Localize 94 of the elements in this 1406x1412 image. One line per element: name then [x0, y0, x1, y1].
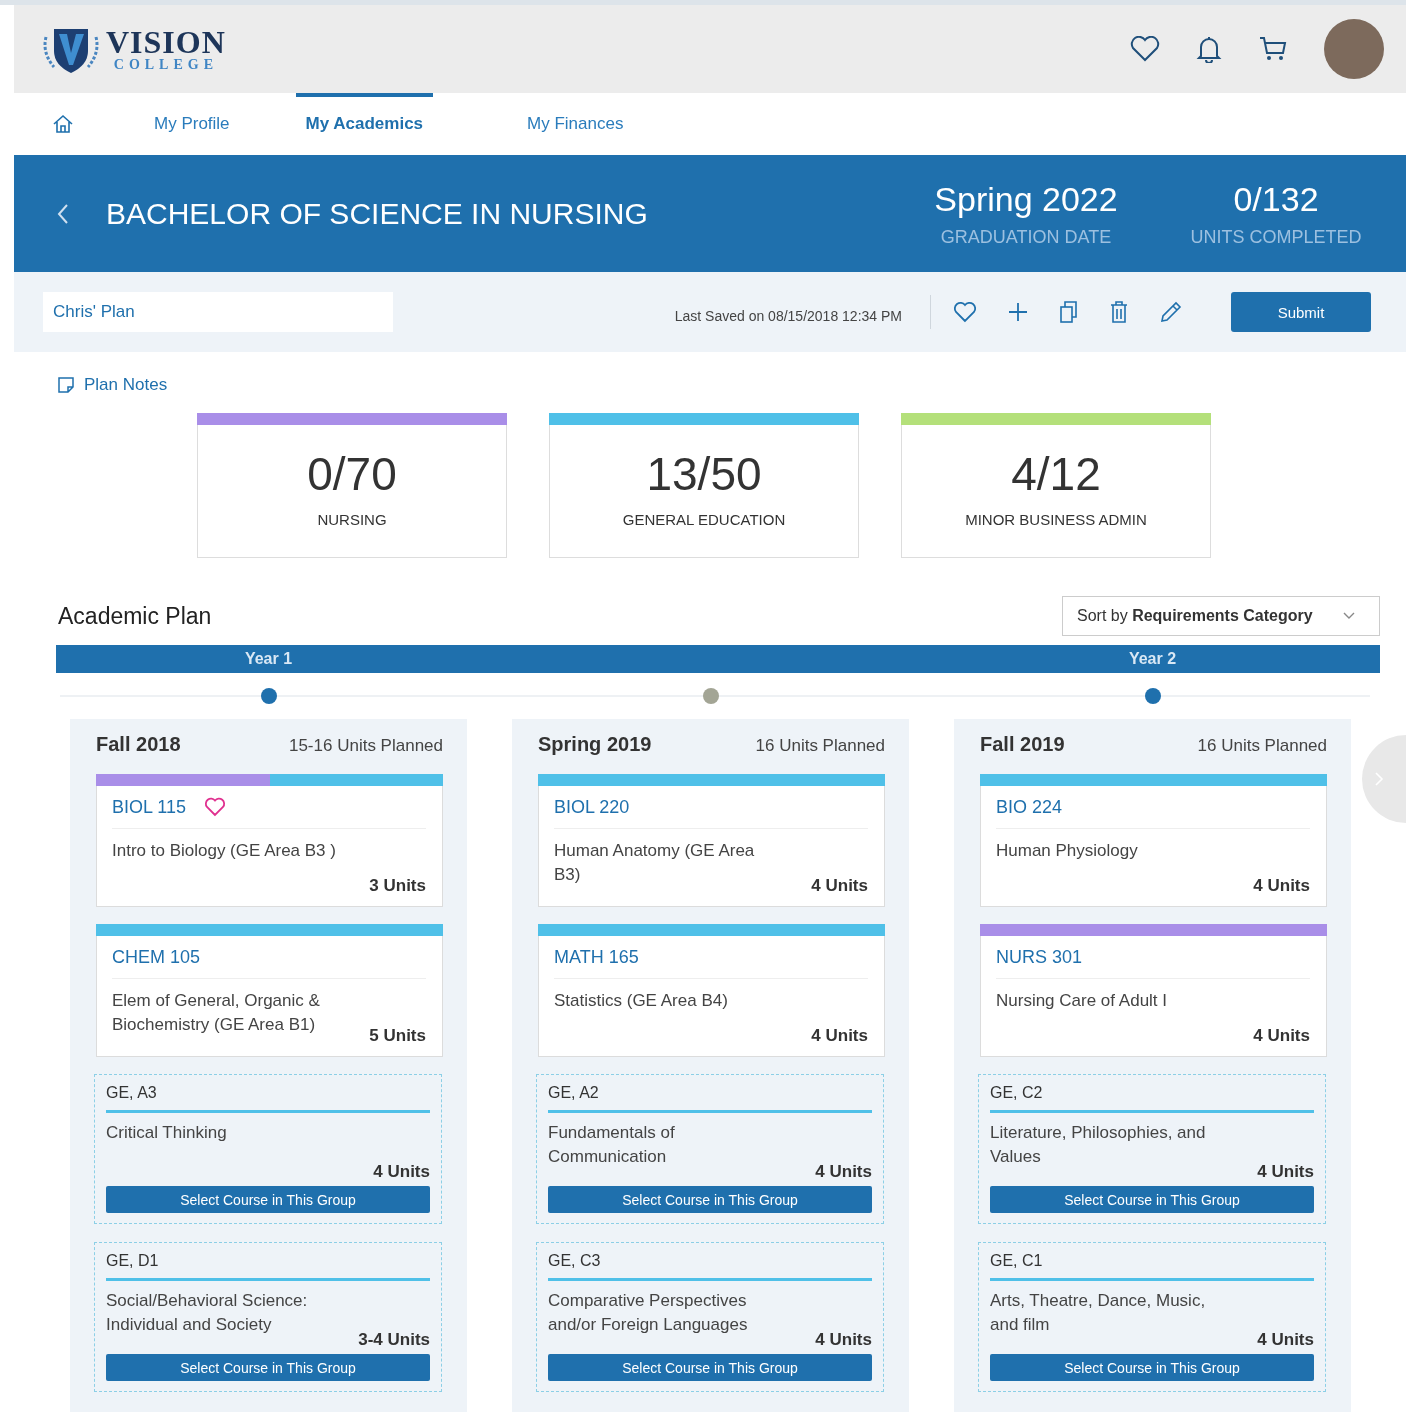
banner-stat-label: GRADUATION DATE — [940, 226, 1112, 248]
timeline-dot[interactable] — [702, 688, 719, 704]
home-icon[interactable] — [52, 114, 74, 134]
group-units: 4 Units — [1257, 1330, 1314, 1350]
course-card[interactable]: CHEM 105 Elem of General, Organic & Biochemistry (GE Area B1) 5 Units — [96, 924, 443, 1057]
course-code: BIOL 115 — [112, 796, 187, 818]
select-course-button[interactable]: Select Course in This Group — [106, 1354, 430, 1381]
note-icon[interactable] — [57, 376, 75, 394]
units-planned: 16 Units Planned — [1197, 736, 1327, 756]
course-units: 3 Units — [369, 876, 426, 896]
course-code: CHEM 105 — [112, 946, 201, 968]
group-units: 4 Units — [1257, 1162, 1314, 1182]
group-code: GE, C1 — [990, 1252, 1044, 1270]
course-card[interactable]: NURS 301 Nursing Care of Adult I 4 Units — [980, 924, 1327, 1057]
course-title: Elem of General, Organic & Biochemistry (GE Area B1) — [112, 990, 321, 1036]
plan-notes-link[interactable]: Plan Notes — [84, 375, 168, 395]
select-course-button[interactable]: Select Course in This Group — [548, 1354, 872, 1381]
select-course-button[interactable]: Select Course in This Group — [990, 1186, 1314, 1213]
course-title: Intro to Biology (GE Area B3 ) — [112, 840, 336, 862]
group-title: Critical Thinking — [106, 1122, 227, 1144]
course-card[interactable]: MATH 165 Statistics (GE Area B4) 4 Units — [538, 924, 885, 1057]
group-code: GE, A2 — [548, 1084, 600, 1102]
submit-button[interactable]: Submit — [1231, 292, 1371, 332]
logo-wordmark: VISION — [106, 26, 226, 58]
last-saved-text: Last Saved on 08/15/2018 12:34 PM — [674, 308, 902, 324]
course-title: Nursing Care of Adult I — [996, 990, 1168, 1012]
course-title: Human Physiology — [996, 840, 1138, 862]
course-code: NURS 301 — [996, 946, 1083, 968]
group-units: 3-4 Units — [358, 1330, 430, 1350]
progress-value: 0/70 — [307, 447, 397, 501]
program-title: BACHELOR OF SCIENCE IN NURSING — [106, 196, 649, 231]
sort-dropdown[interactable]: Sort by Requirements Category — [1062, 596, 1380, 636]
group-units: 4 Units — [815, 1162, 872, 1182]
select-course-button[interactable]: Select Course in This Group — [106, 1186, 430, 1213]
select-course-button[interactable]: Select Course in This Group — [990, 1354, 1314, 1381]
progress-label: GENERAL EDUCATION — [622, 511, 786, 528]
select-course-button[interactable]: Select Course in This Group — [548, 1186, 872, 1213]
group-code: GE, A3 — [106, 1084, 158, 1102]
group-title: Arts, Theatre, Dance, Music, and film — [990, 1290, 1207, 1336]
course-code: BIO 224 — [996, 796, 1063, 818]
course-units: 4 Units — [811, 1026, 868, 1046]
plus-icon[interactable] — [1007, 301, 1029, 323]
trash-icon[interactable] — [1109, 300, 1129, 324]
course-title: Human Anatomy (GE Area B3) — [554, 840, 756, 886]
course-card[interactable]: BIO 224 Human Physiology 4 Units — [980, 774, 1327, 907]
course-card[interactable]: BIOL 220 Human Anatomy (GE Area B3) 4 Units — [538, 774, 885, 907]
units-planned: 16 Units Planned — [755, 736, 885, 756]
year-label: Year 1 — [243, 650, 294, 668]
nav-tab[interactable]: My Profile — [130, 93, 254, 155]
group-code: GE, D1 — [106, 1252, 160, 1270]
units-planned: 15-16 Units Planned — [288, 736, 443, 756]
banner-stat-value: Spring 2022 — [934, 179, 1118, 219]
timeline-dot[interactable] — [260, 688, 277, 704]
term-name: Spring 2019 — [538, 733, 652, 756]
progress-label: MINOR BUSINESS ADMIN — [965, 511, 1147, 528]
progress-value: 4/12 — [1011, 447, 1101, 501]
group-code: GE, C3 — [548, 1252, 602, 1270]
progress-value: 13/50 — [646, 447, 762, 501]
group-units: 4 Units — [815, 1330, 872, 1350]
logo-subtitle: COLLEGE — [113, 58, 219, 72]
term-name: Fall 2019 — [980, 733, 1065, 756]
nav-tab[interactable]: My Finances — [503, 93, 648, 155]
course-code: BIOL 220 — [554, 796, 630, 818]
banner-stat-value: 0/132 — [1233, 179, 1319, 219]
course-units: 4 Units — [1253, 876, 1310, 896]
group-title: Social/Behavioral Science: Individual and Society — [106, 1290, 309, 1336]
timeline-dot[interactable] — [1144, 688, 1161, 704]
course-code: MATH 165 — [554, 946, 639, 968]
heart-icon[interactable] — [953, 301, 977, 323]
course-card[interactable]: BIOL 115 Intro to Biology (GE Area B3 ) 3 Units — [96, 774, 443, 907]
heart-icon[interactable] — [204, 797, 227, 817]
section-title: Academic Plan — [58, 602, 212, 630]
plan-name-field[interactable]: Chris' Plan — [43, 292, 393, 332]
heart-icon[interactable] — [1130, 36, 1160, 62]
group-title: Literature, Philosophies, and Values — [990, 1122, 1207, 1168]
year-label: Year 2 — [1127, 650, 1178, 668]
pencil-icon[interactable] — [1159, 300, 1183, 324]
course-title: Statistics (GE Area B4) — [554, 990, 728, 1012]
course-units: 4 Units — [1253, 1026, 1310, 1046]
progress-label: NURSING — [317, 511, 387, 528]
group-units: 4 Units — [373, 1162, 430, 1182]
group-code: GE, C2 — [990, 1084, 1044, 1102]
copy-icon[interactable] — [1059, 300, 1079, 324]
bell-icon[interactable] — [1196, 35, 1222, 63]
banner-stat-label: UNITS COMPLETED — [1190, 226, 1362, 248]
course-units: 5 Units — [369, 1026, 426, 1046]
group-title: Fundamentals of Communication — [548, 1122, 676, 1168]
caret-icon — [1343, 612, 1355, 620]
course-units: 4 Units — [811, 876, 868, 896]
user-avatar[interactable] — [1324, 19, 1384, 79]
group-title: Comparative Perspectives and/or Foreign Languages — [548, 1290, 749, 1336]
term-name: Fall 2018 — [96, 733, 181, 756]
cart-icon[interactable] — [1258, 35, 1288, 63]
back-chevron-icon[interactable] — [56, 202, 70, 225]
